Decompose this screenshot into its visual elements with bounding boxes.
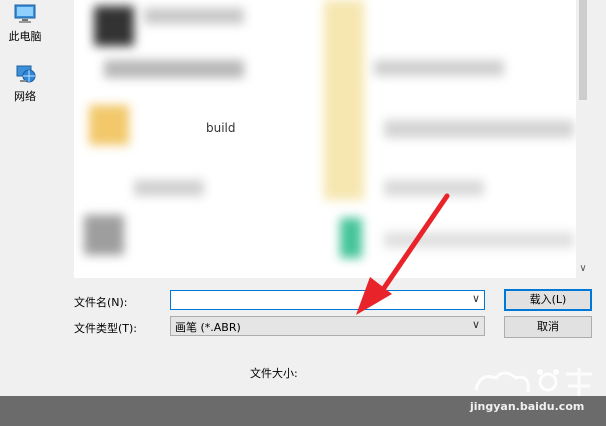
filename-label: 文件名(N): [74,296,128,309]
open-file-dialog: 此电脑 网络 build ∨ 文件名(N): ∨ 文件类型(T): 画笔 (*.… [0,0,606,396]
scrollbar-thumb[interactable] [579,0,587,100]
file-list[interactable]: build [74,0,590,278]
file-size-label: 文件大小: [250,367,298,380]
filetype-label: 文件类型(T): [74,322,138,335]
navigation-pane: 此电脑 网络 [0,0,50,290]
vertical-scrollbar[interactable]: ∨ [576,0,590,278]
file-name-obscured [134,180,204,196]
cancel-button[interactable]: 取消 [504,316,592,338]
load-button[interactable]: 载入(L) [504,289,592,311]
file-thumbnail[interactable] [84,215,124,255]
file-name-obscured [144,8,244,24]
annotation-arrow-icon [356,193,450,315]
chevron-down-icon[interactable]: ∨ [472,318,480,331]
file-name-obscured [384,120,574,138]
file-column-obscured [324,0,364,200]
filetype-value[interactable]: 画笔 (*.ABR) [175,319,241,335]
file-name-obscured [374,60,504,76]
nav-item-label: 网络 [14,90,36,103]
scroll-down-arrow-icon[interactable]: ∨ [577,262,589,276]
folder-icon[interactable] [89,105,129,145]
watermark-text: jingyan.baidu.com [470,400,585,413]
nav-item-network[interactable]: 网络 [4,62,46,114]
computer-icon [14,4,36,23]
network-icon [16,65,36,83]
nav-item-label: 此电脑 [8,30,42,43]
file-name-obscured [104,60,244,78]
folder-name[interactable]: build [206,121,236,135]
file-thumbnail[interactable] [94,6,134,46]
nav-item-this-pc[interactable]: 此电脑 [4,2,46,54]
chevron-down-icon[interactable]: ∨ [472,292,480,305]
